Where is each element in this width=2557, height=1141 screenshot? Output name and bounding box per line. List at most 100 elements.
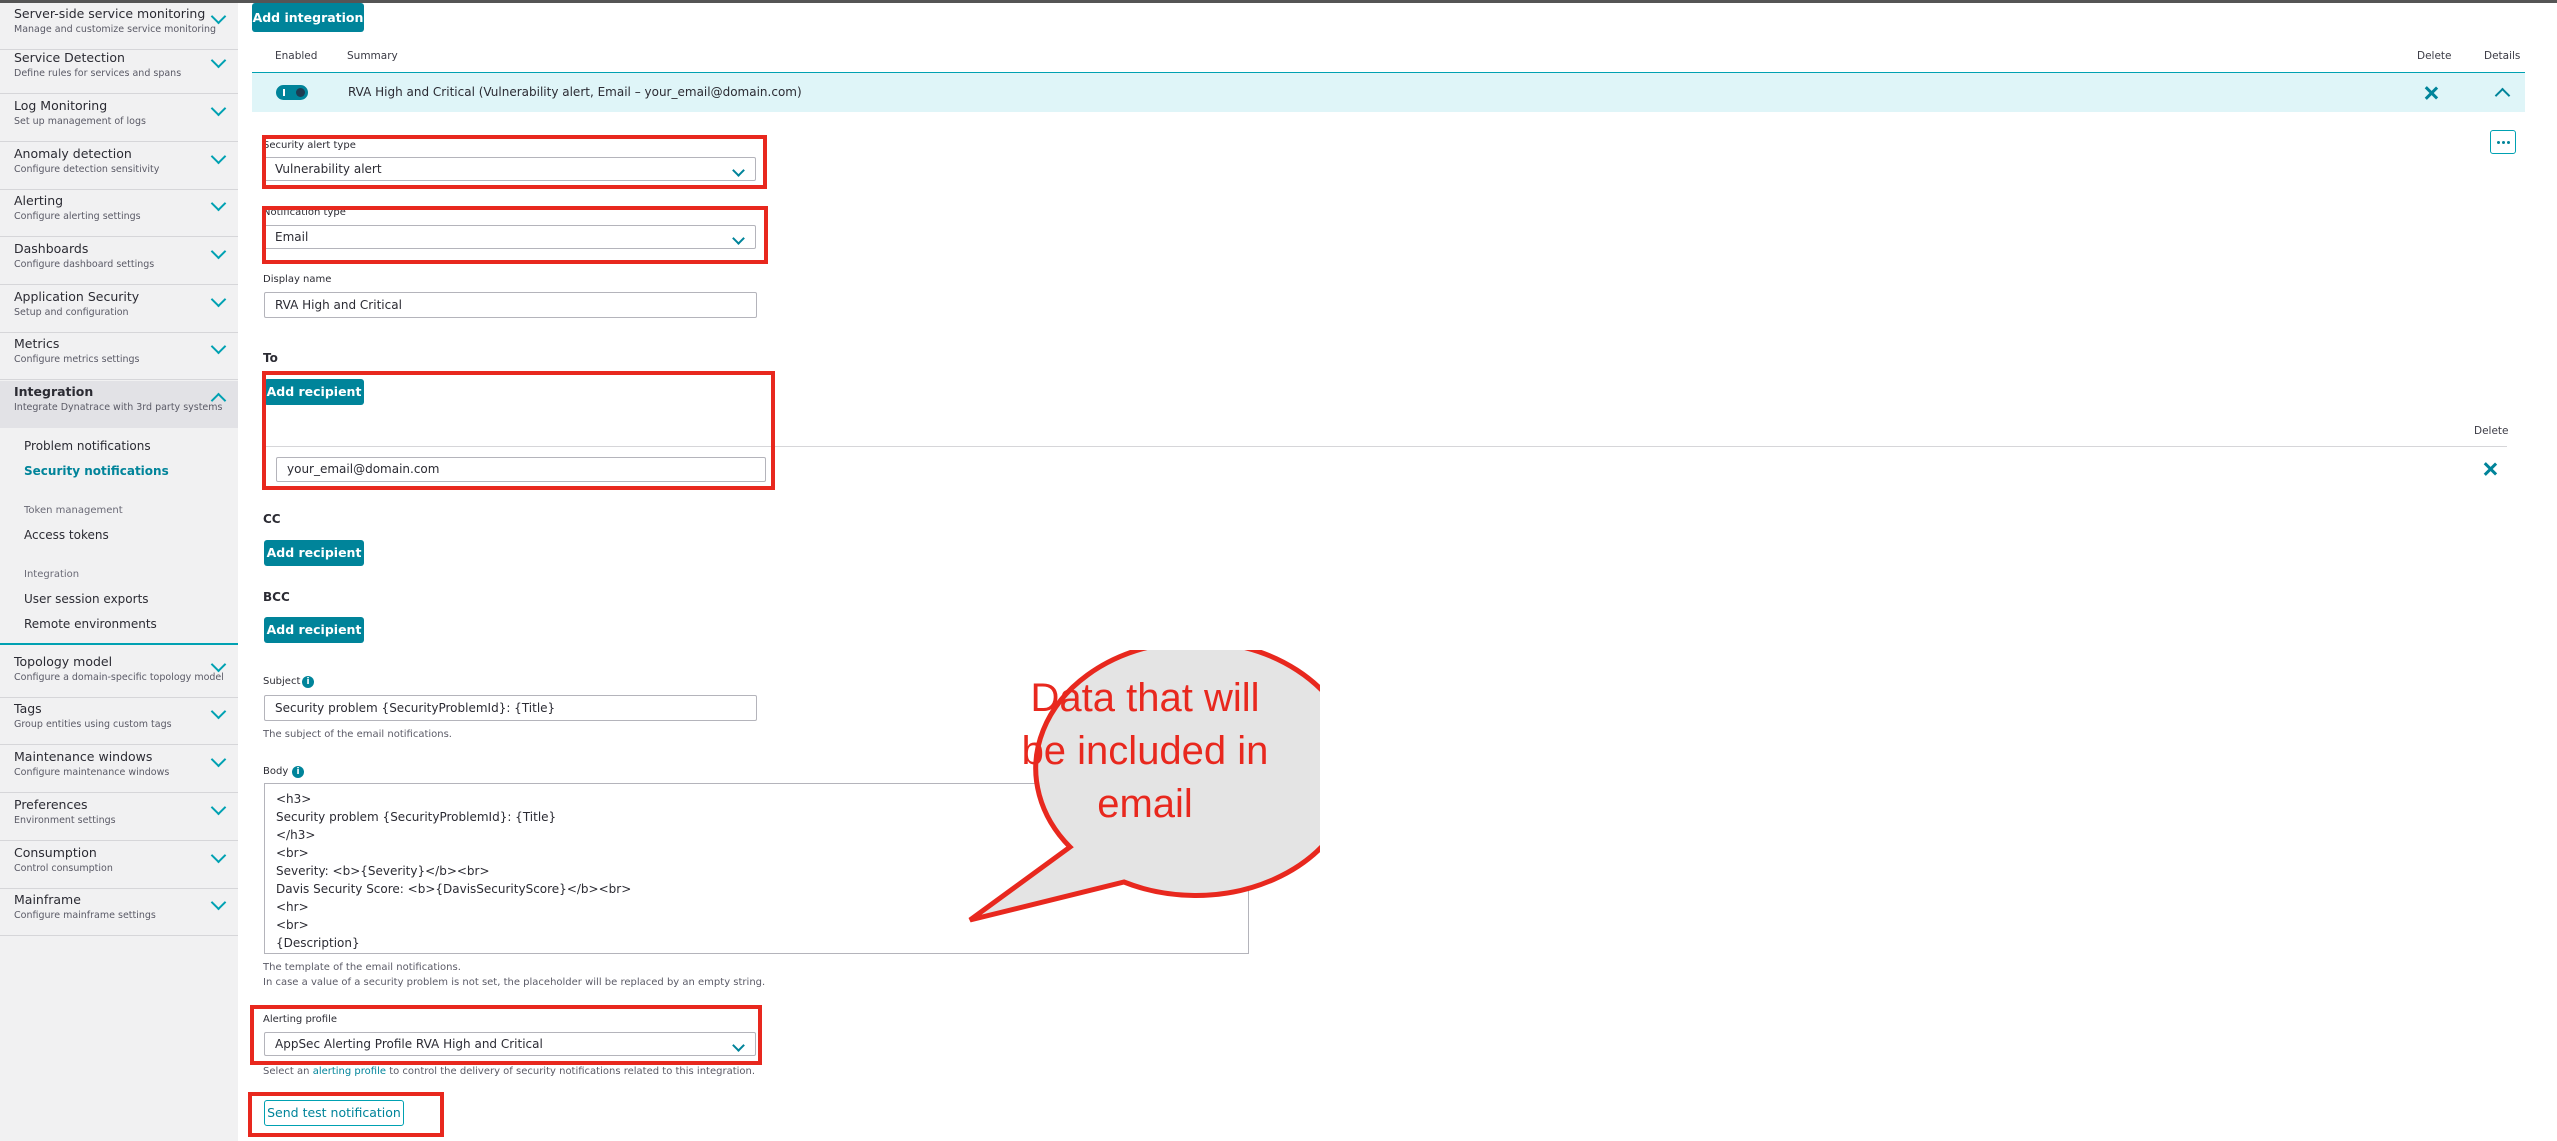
highlight-security-alert-type bbox=[262, 135, 767, 189]
sidebar-section-subtitle: Configure metrics settings bbox=[14, 354, 140, 365]
sidebar-item-security-notifications[interactable]: Security notifications bbox=[24, 464, 169, 478]
chevron-up-icon[interactable] bbox=[2494, 87, 2511, 104]
sidebar-section-title: Dashboards bbox=[14, 241, 89, 256]
chevron-down-icon[interactable] bbox=[210, 8, 227, 25]
highlight-to-recipients bbox=[262, 371, 775, 490]
display-name-value: RVA High and Critical bbox=[275, 298, 402, 312]
sidebar-section-title: Preferences bbox=[14, 797, 88, 812]
body-help-text-2: In case a value of a security problem is… bbox=[263, 977, 766, 988]
subject-value: Security problem {SecurityProblemId}: {T… bbox=[275, 701, 556, 715]
sidebar-section-consumption[interactable]: Consumption Control consumption bbox=[0, 842, 238, 889]
chevron-down-icon[interactable] bbox=[210, 52, 227, 69]
subnav-heading-integration: Integration bbox=[24, 569, 80, 580]
alerting-profile-help: Select an alerting profile to control th… bbox=[263, 1066, 755, 1077]
sidebar-section-title: Integration bbox=[14, 384, 94, 399]
chevron-down-icon[interactable] bbox=[210, 100, 227, 117]
subject-input[interactable]: Security problem {SecurityProblemId}: {T… bbox=[264, 695, 757, 721]
subject-label: Subject bbox=[263, 676, 301, 687]
sidebar-section-title: Application Security bbox=[14, 289, 140, 304]
integration-summary: RVA High and Critical (Vulnerability ale… bbox=[348, 85, 802, 99]
highlight-alerting-profile bbox=[250, 1005, 762, 1065]
recipient-delete-header: Delete bbox=[2474, 425, 2509, 437]
sidebar-section-log-monitoring[interactable]: Log Monitoring Set up management of logs bbox=[0, 95, 238, 142]
add-cc-recipient-button[interactable]: Add recipient bbox=[264, 540, 364, 566]
sidebar-section-title: Metrics bbox=[14, 336, 60, 351]
chevron-down-icon[interactable] bbox=[210, 751, 227, 768]
sidebar-section-subtitle: Setup and configuration bbox=[14, 307, 129, 318]
more-options-button[interactable] bbox=[2490, 130, 2516, 154]
column-header-enabled: Enabled bbox=[275, 50, 318, 62]
sidebar-section-subtitle: Group entities using custom tags bbox=[14, 719, 172, 730]
sidebar-section-tags[interactable]: Tags Group entities using custom tags bbox=[0, 698, 238, 745]
integration-subnav: Problem notifications Security notificat… bbox=[0, 428, 238, 643]
sidebar-section-subtitle: Configure maintenance windows bbox=[14, 767, 170, 778]
close-icon[interactable] bbox=[2483, 462, 2497, 476]
sidebar-section-service-detection[interactable]: Service Detection Define rules for servi… bbox=[0, 47, 238, 94]
sidebar-section-title: Log Monitoring bbox=[14, 98, 108, 113]
column-header-details: Details bbox=[2484, 50, 2521, 62]
alerting-profile-link[interactable]: alerting profile bbox=[313, 1066, 386, 1077]
chevron-down-icon[interactable] bbox=[210, 847, 227, 864]
sidebar-section-title: Topology model bbox=[14, 654, 113, 669]
sidebar-section-mainframe[interactable]: Mainframe Configure mainframe settings bbox=[0, 889, 238, 936]
chevron-down-icon[interactable] bbox=[210, 656, 227, 673]
cc-label: CC bbox=[263, 512, 281, 526]
sidebar-section-title: Tags bbox=[14, 701, 42, 716]
info-icon[interactable]: i bbox=[302, 676, 314, 688]
chevron-down-icon[interactable] bbox=[210, 195, 227, 212]
chevron-down-icon[interactable] bbox=[210, 148, 227, 165]
subject-help-text: The subject of the email notifications. bbox=[263, 729, 452, 740]
sidebar-section-application-security[interactable]: Application Security Setup and configura… bbox=[0, 286, 238, 333]
chevron-down-icon[interactable] bbox=[210, 799, 227, 816]
sidebar-section-subtitle: Configure a domain-specific topology mod… bbox=[14, 672, 224, 683]
chevron-down-icon[interactable] bbox=[210, 894, 227, 911]
add-bcc-recipient-button[interactable]: Add recipient bbox=[264, 617, 364, 643]
sidebar-section-subtitle: Define rules for services and spans bbox=[14, 68, 182, 79]
settings-sidebar: Server-side service monitoring Manage an… bbox=[0, 3, 238, 1141]
chevron-down-icon[interactable] bbox=[210, 338, 227, 355]
sidebar-item-user-session-exports[interactable]: User session exports bbox=[24, 592, 149, 606]
subnav-heading-token-management: Token management bbox=[24, 505, 123, 516]
alerting-help-prefix: Select an bbox=[263, 1066, 313, 1077]
chevron-down-icon[interactable] bbox=[210, 291, 227, 308]
sidebar-section-anomaly-detection[interactable]: Anomaly detection Configure detection se… bbox=[0, 143, 238, 190]
sidebar-divider bbox=[0, 643, 238, 645]
sidebar-section-dashboards[interactable]: Dashboards Configure dashboard settings bbox=[0, 238, 238, 285]
sidebar-section-title: Server-side service monitoring bbox=[14, 6, 206, 21]
sidebar-section-subtitle: Set up management of logs bbox=[14, 116, 146, 127]
close-icon[interactable] bbox=[2424, 86, 2438, 100]
sidebar-section-preferences[interactable]: Preferences Environment settings bbox=[0, 794, 238, 841]
sidebar-section-title: Mainframe bbox=[14, 892, 81, 907]
column-header-delete: Delete bbox=[2417, 50, 2452, 62]
sidebar-section-title: Service Detection bbox=[14, 50, 125, 65]
sidebar-section-integration[interactable]: Integration Integrate Dynatrace with 3rd… bbox=[0, 381, 238, 428]
sidebar-section-subtitle: Environment settings bbox=[14, 815, 116, 826]
sidebar-section-title: Maintenance windows bbox=[14, 749, 153, 764]
sidebar-section-title: Anomaly detection bbox=[14, 146, 132, 161]
to-label: To bbox=[263, 351, 278, 365]
display-name-input[interactable]: RVA High and Critical bbox=[264, 292, 757, 318]
highlight-notification-type bbox=[262, 206, 768, 264]
alerting-help-suffix: to control the delivery of security noti… bbox=[386, 1066, 756, 1077]
info-icon[interactable]: i bbox=[292, 766, 304, 778]
sidebar-item-access-tokens[interactable]: Access tokens bbox=[24, 528, 109, 542]
integration-row[interactable]: RVA High and Critical (Vulnerability ale… bbox=[252, 72, 2525, 112]
sidebar-item-remote-environments[interactable]: Remote environments bbox=[24, 617, 157, 631]
sidebar-section-subtitle: Manage and customize service monitoring bbox=[14, 24, 217, 35]
sidebar-section-topology-model[interactable]: Topology model Configure a domain-specif… bbox=[0, 651, 238, 698]
enabled-toggle[interactable] bbox=[276, 85, 308, 100]
sidebar-section-maintenance-windows[interactable]: Maintenance windows Configure maintenanc… bbox=[0, 746, 238, 793]
chevron-down-icon[interactable] bbox=[210, 703, 227, 720]
sidebar-section-subtitle: Configure dashboard settings bbox=[14, 259, 155, 270]
sidebar-section-subtitle: Control consumption bbox=[14, 863, 113, 874]
sidebar-section-alerting[interactable]: Alerting Configure alerting settings bbox=[0, 190, 238, 237]
add-integration-button[interactable]: Add integration bbox=[252, 3, 364, 32]
callout-text: Data that will be included in email bbox=[1021, 676, 1269, 826]
sidebar-section-metrics[interactable]: Metrics Configure metrics settings bbox=[0, 333, 238, 380]
chevron-down-icon[interactable] bbox=[210, 243, 227, 260]
sidebar-section-server-side-monitoring[interactable]: Server-side service monitoring Manage an… bbox=[0, 3, 238, 50]
sidebar-section-title: Consumption bbox=[14, 845, 97, 860]
sidebar-item-problem-notifications[interactable]: Problem notifications bbox=[24, 439, 151, 453]
highlight-send-test bbox=[248, 1092, 444, 1137]
column-header-summary: Summary bbox=[347, 50, 398, 62]
